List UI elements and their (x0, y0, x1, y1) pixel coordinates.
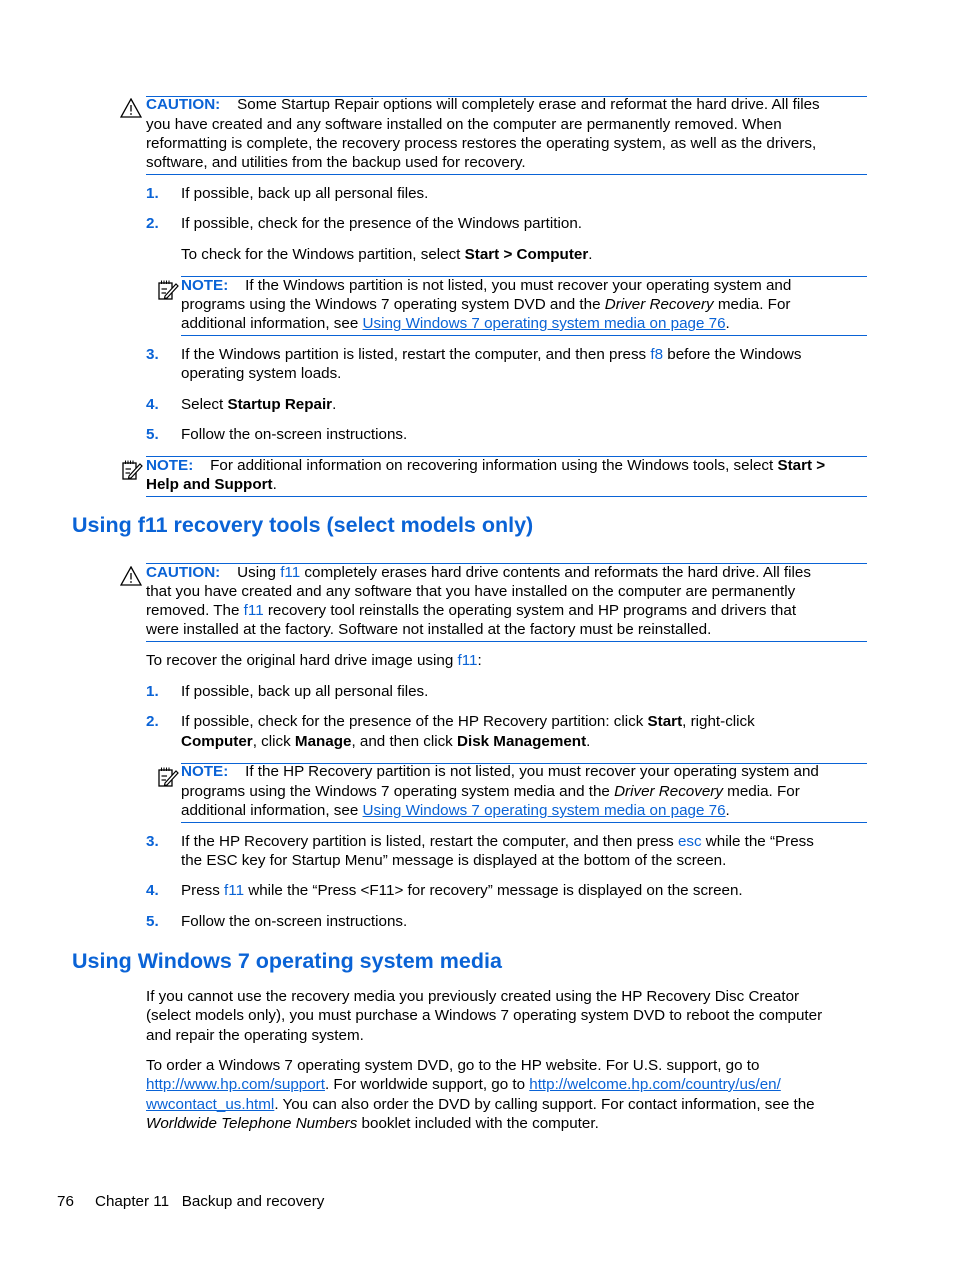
step-number: 1. (146, 185, 159, 202)
caution-text-line: you have created and any software instal… (146, 116, 782, 133)
hp-support-link[interactable]: http://www.hp.com/support (146, 1076, 325, 1093)
hp-worldwide-contact-link[interactable]: http://welcome.hp.com/country/us/en/ (529, 1076, 781, 1093)
page-number: 76 (57, 1193, 74, 1210)
step-text: the ESC key for Startup Menu” message is… (181, 852, 727, 869)
step-number: 4. (146, 882, 159, 899)
note-pencil-icon (158, 280, 179, 300)
key-name: esc (677, 833, 702, 850)
note-bottom-rule (181, 335, 867, 336)
step-number: 2. (146, 215, 159, 232)
note-bottom-rule (181, 822, 867, 823)
step-text: Follow the on-screen instructions. (181, 913, 408, 930)
chapter-title: Backup and recovery (181, 1193, 325, 1210)
step-number: 3. (146, 833, 159, 850)
section-heading-windows7-media: Using Windows 7 operating system media (72, 949, 502, 973)
caution-text-line: were installed at the factory. Software … (146, 621, 712, 638)
ui-path: Start > Computer (464, 246, 589, 263)
caution-bottom-rule (146, 641, 867, 642)
note-label: NOTE: (181, 763, 229, 780)
hp-worldwide-contact-link-cont[interactable]: wwcontact_us.html (146, 1096, 274, 1113)
step-number: 5. (146, 913, 159, 930)
step-text: If possible, check for the presence of t… (181, 215, 582, 232)
step-text: operating system loads. (181, 365, 342, 382)
key-name: f11 (243, 602, 264, 619)
caution-bottom-rule (146, 174, 867, 175)
chapter-label: Chapter 11 (95, 1193, 170, 1210)
step-text: If possible, back up all personal files. (181, 683, 429, 700)
step-text: Follow the on-screen instructions. (181, 426, 408, 443)
step-number: 5. (146, 426, 159, 443)
note-pencil-icon (158, 767, 179, 787)
caution-text-line: Some Startup Repair options will complet… (237, 96, 820, 113)
key-name: f11 (224, 882, 245, 899)
caution-text-line: software, and utilities from the backup … (146, 154, 526, 171)
caution-text-line: that you have created and any software t… (146, 583, 796, 600)
cross-reference-link[interactable]: Using Windows 7 operating system media o… (363, 315, 726, 332)
page-footer: 76 Chapter 11 Backup and recovery (57, 1192, 324, 1211)
step-number: 3. (146, 346, 159, 363)
step-number: 2. (146, 713, 159, 730)
cross-reference-link[interactable]: Using Windows 7 operating system media o… (363, 802, 726, 819)
caution-label: CAUTION: (146, 96, 221, 113)
intro-text: To recover the original hard drive image… (146, 652, 482, 669)
caution-triangle-icon (120, 98, 142, 118)
note-label: NOTE: (146, 457, 194, 474)
caution-label: CAUTION: (146, 564, 221, 581)
note-bottom-rule (146, 496, 867, 497)
key-name: f11 (280, 564, 301, 581)
caution-text-line: reformatting is complete, the recovery p… (146, 135, 817, 152)
section-heading-f11: Using f11 recovery tools (select models … (72, 513, 534, 537)
step-subtext: To check for the Windows partition, sele… (181, 246, 593, 263)
caution-triangle-icon (120, 566, 142, 586)
step-number: 4. (146, 396, 159, 413)
note-pencil-icon (122, 460, 143, 480)
step-number: 1. (146, 683, 159, 700)
key-name: f8 (650, 346, 664, 363)
key-name: f11 (457, 652, 478, 669)
step-text: If possible, back up all personal files. (181, 185, 429, 202)
note-label: NOTE: (181, 277, 229, 294)
